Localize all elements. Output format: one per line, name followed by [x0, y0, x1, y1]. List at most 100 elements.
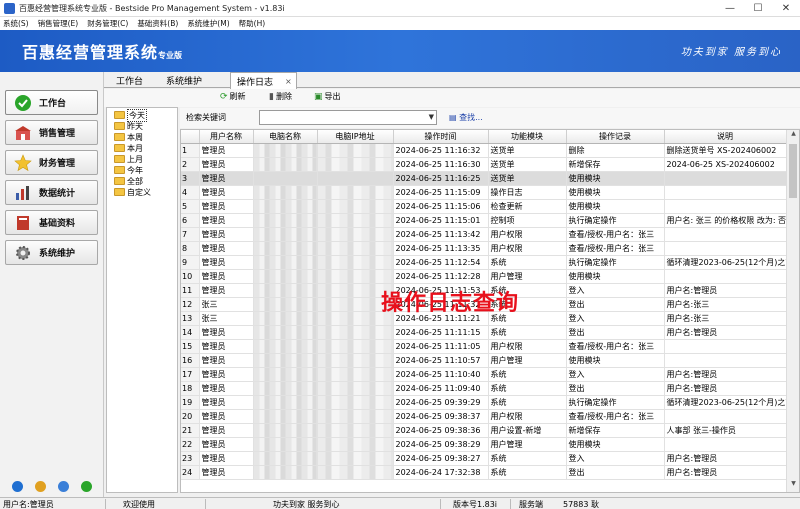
menu-basic-data[interactable]: 基础资料(B): [137, 18, 178, 29]
table-row[interactable]: 19 管理员 2024-06-25 09:39:29 系统 执行确定操作 循环清理2023…: [181, 395, 787, 410]
tree-item-this-week[interactable]: 本周: [114, 132, 143, 142]
sidebar-item-basic-data[interactable]: 基础资料: [5, 210, 98, 235]
cell-user: 管理员: [199, 437, 254, 452]
tree-item-this-month[interactable]: 本月: [114, 143, 143, 153]
menu-system[interactable]: 系统(S): [3, 18, 29, 29]
table-row[interactable]: 21 管理员 2024-06-25 09:38:36 用户设置-新增 新增保存 人事部 张…: [181, 423, 787, 438]
cell-computer: [253, 437, 318, 452]
table-row[interactable]: 17 管理员 2024-06-25 11:10:40 系统 登入 用户名:管理员: [181, 367, 787, 382]
column-header-record[interactable]: 操作记录: [566, 130, 665, 144]
scroll-down-icon[interactable]: ▼: [787, 480, 799, 492]
close-tab-icon[interactable]: ×: [285, 77, 292, 86]
sidebar-item-maintenance[interactable]: 系统维护: [5, 240, 98, 265]
table-row[interactable]: 3 管理员 2024-06-25 11:16:25 送货单 使用模块: [181, 171, 787, 186]
status-slogan: 功夫到家 服务到心: [273, 500, 340, 509]
table-row[interactable]: 15 管理员 2024-06-25 11:11:05 用户权限 查看/授权-用户名：张三: [181, 339, 787, 354]
menu-help[interactable]: 帮助(H): [239, 18, 266, 29]
cell-time: 2024-06-25 11:13:35: [393, 241, 489, 256]
help-icon[interactable]: [12, 481, 23, 492]
check-icon: [14, 94, 32, 112]
table-row[interactable]: 1 管理员 2024-06-25 11:16:32 送货单 删除 删除送货单号 XS-20…: [181, 143, 787, 158]
maximize-button[interactable]: ☐: [744, 0, 772, 17]
tree-item-yesterday[interactable]: 昨天: [114, 121, 143, 131]
cell-computer: [253, 269, 318, 284]
status-user: 用户名:管理员: [3, 500, 54, 509]
column-header-ip[interactable]: 电脑IP地址: [317, 130, 394, 144]
table-row[interactable]: 6 管理员 2024-06-25 11:15:01 控制项 执行确定操作 用户名: 张三 …: [181, 213, 787, 228]
table-row[interactable]: 10 管理员 2024-06-25 11:12:28 用户管理 使用模块: [181, 269, 787, 284]
table-row[interactable]: 7 管理员 2024-06-25 11:13:42 用户权限 查看/授权-用户名：张三: [181, 227, 787, 242]
cell-note: 用户名:管理员: [664, 283, 787, 298]
tab-operation-log[interactable]: 操作日志 ×: [230, 72, 297, 89]
menu-sales[interactable]: 销售管理(E): [38, 18, 79, 29]
cell-user: 管理员: [199, 143, 254, 158]
tree-item-this-year[interactable]: 今年: [114, 165, 143, 175]
column-header-computer[interactable]: 电脑名称: [253, 130, 318, 144]
power-icon[interactable]: [81, 481, 92, 492]
table-row[interactable]: 8 管理员 2024-06-25 11:13:35 用户权限 查看/授权-用户名：张三: [181, 241, 787, 256]
table-row[interactable]: 5 管理员 2024-06-25 11:15:06 检查更新 使用模块: [181, 199, 787, 214]
cell-note: [664, 353, 787, 368]
tab-maintenance[interactable]: 系统维护: [166, 72, 202, 88]
close-window-button[interactable]: ✕: [772, 0, 800, 17]
sidebar-item-workbench[interactable]: 工作台: [5, 90, 98, 115]
cell-computer: [253, 255, 318, 270]
cell-time: 2024-06-25 09:38:27: [393, 451, 489, 466]
table-row[interactable]: 14 管理员 2024-06-25 11:11:15 系统 登出 用户名:管理员: [181, 325, 787, 340]
cell-record: 查看/授权-用户名：张三: [566, 409, 665, 424]
sidebar-item-statistics[interactable]: 数据统计: [5, 180, 98, 205]
cell-index: 14: [181, 325, 200, 340]
cell-index: 21: [181, 423, 200, 438]
menu-maintenance[interactable]: 系统维护(M): [187, 18, 229, 29]
column-header-index: [181, 130, 200, 144]
tree-item-custom[interactable]: 自定义: [114, 187, 151, 197]
vertical-scrollbar[interactable]: ▲ ▼: [786, 130, 799, 492]
scroll-thumb[interactable]: [789, 144, 797, 198]
cell-note: [664, 241, 787, 256]
tree-item-today[interactable]: 今天: [114, 108, 147, 122]
export-button[interactable]: ▣ 导出: [314, 91, 341, 102]
find-button[interactable]: ▤ 查找...: [449, 112, 483, 123]
cell-computer: [253, 409, 318, 424]
table-row[interactable]: 22 管理员 2024-06-25 09:38:29 用户管理 使用模块: [181, 437, 787, 452]
cell-ip: [317, 367, 394, 382]
table-row[interactable]: 9 管理员 2024-06-25 11:12:54 系统 执行确定操作 循环清理2023-…: [181, 255, 787, 270]
cell-user: 管理员: [199, 451, 254, 466]
tree-item-last-month[interactable]: 上月: [114, 154, 143, 164]
table-row[interactable]: 2 管理员 2024-06-25 11:16:30 送货单 新增保存 2024-06-25…: [181, 157, 787, 172]
tab-workbench[interactable]: 工作台: [116, 72, 143, 88]
delete-button[interactable]: ▮ 删除: [269, 91, 292, 102]
table-row[interactable]: 4 管理员 2024-06-25 11:15:09 操作日志 使用模块: [181, 185, 787, 200]
cell-computer: [253, 353, 318, 368]
cell-note: [664, 269, 787, 284]
sidebar-item-finance[interactable]: 财务管理: [5, 150, 98, 175]
scroll-up-icon[interactable]: ▲: [787, 130, 799, 142]
cell-index: 4: [181, 185, 200, 200]
table-row[interactable]: 16 管理员 2024-06-25 11:10:57 用户管理 使用模块: [181, 353, 787, 368]
menu-finance[interactable]: 财务管理(C): [87, 18, 128, 29]
cell-computer: [253, 157, 318, 172]
column-header-time[interactable]: 操作时间: [393, 130, 489, 144]
cell-user: 管理员: [199, 227, 254, 242]
table-row[interactable]: 23 管理员 2024-06-25 09:38:27 系统 登入 用户名:管理员: [181, 451, 787, 466]
cell-record: 执行确定操作: [566, 255, 665, 270]
column-header-user[interactable]: 用户名称: [199, 130, 254, 144]
table-row[interactable]: 20 管理员 2024-06-25 09:38:37 用户权限 查看/授权-用户名：张三: [181, 409, 787, 424]
cell-ip: [317, 143, 394, 158]
cell-computer: [253, 213, 318, 228]
chevron-down-icon[interactable]: ▼: [429, 113, 434, 121]
status-divider: [205, 499, 206, 509]
refresh-button[interactable]: ⟳ 刷新: [220, 91, 246, 102]
column-header-module[interactable]: 功能模块: [488, 130, 567, 144]
table-row[interactable]: 18 管理员 2024-06-25 11:09:40 系统 登出 用户名:管理员: [181, 381, 787, 396]
minimize-button[interactable]: —: [716, 0, 744, 17]
sidebar-item-sales[interactable]: 销售管理: [5, 120, 98, 145]
column-header-note[interactable]: 说明: [664, 130, 787, 144]
cell-note: 2024-06-25 XS-202406002: [664, 157, 787, 172]
banner-slogan: 功夫到家 服务到心: [680, 47, 782, 58]
table-row[interactable]: 24 管理员 2024-06-24 17:32:38 系统 登出 用户名:管理员: [181, 465, 787, 480]
lock-icon[interactable]: [35, 481, 46, 492]
info-icon[interactable]: [58, 481, 69, 492]
tree-item-all[interactable]: 全部: [114, 176, 143, 186]
keyword-combobox[interactable]: ▼: [259, 110, 437, 125]
